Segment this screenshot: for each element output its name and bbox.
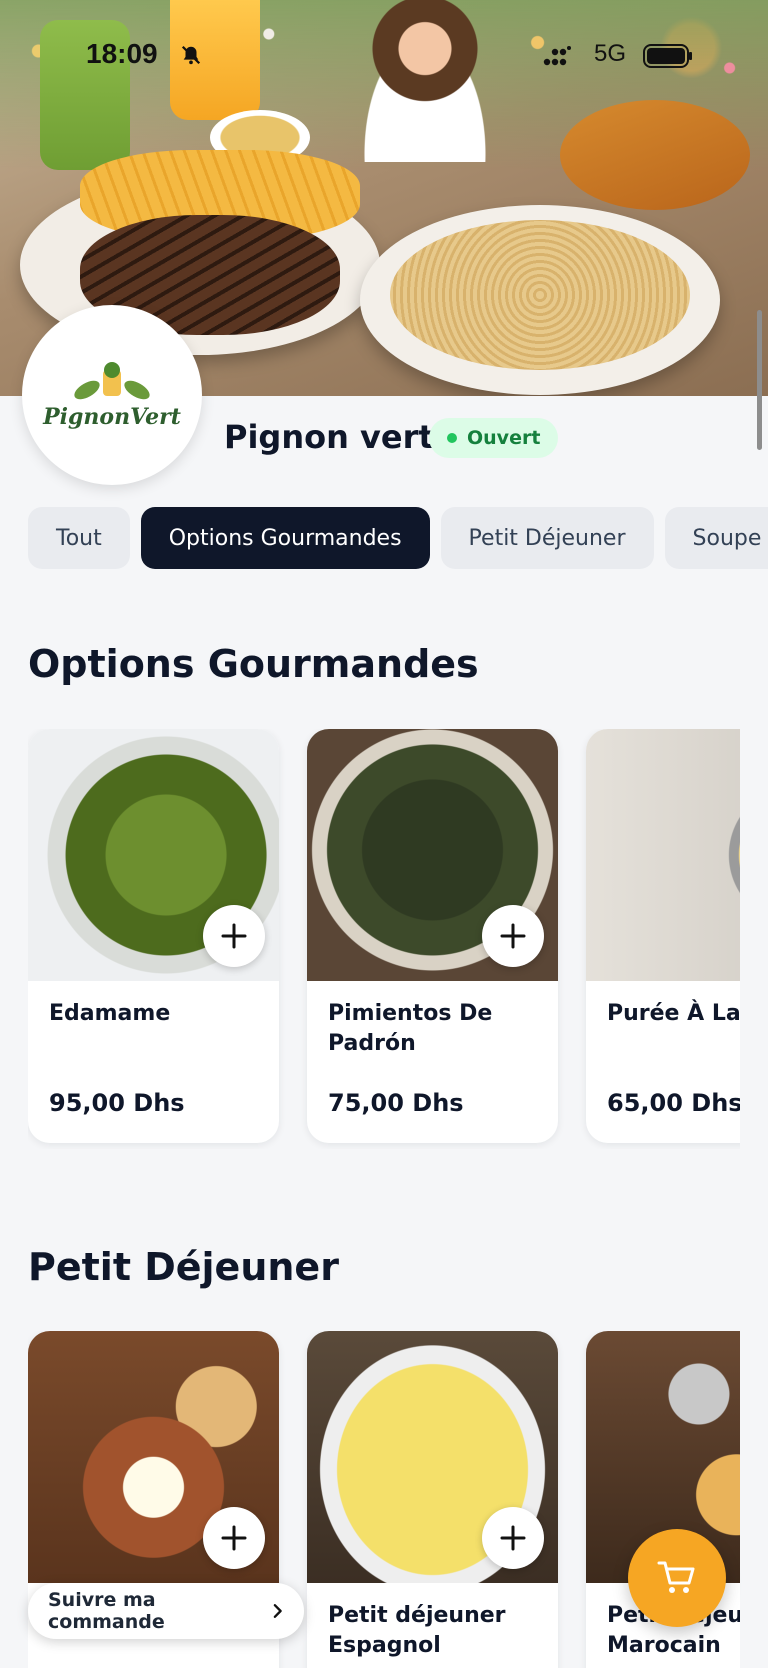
- product-name: Petit déjeuner Espagnol: [328, 1603, 506, 1658]
- plus-icon: [221, 1525, 247, 1551]
- chevron-right-icon: [273, 1604, 282, 1618]
- tab-tout[interactable]: Tout: [28, 507, 130, 569]
- product-name: Purée À La T: [607, 1001, 740, 1026]
- spring-rolls-image: [560, 100, 750, 210]
- product-price: 75,00 Dhs: [328, 1089, 464, 1117]
- section-title-petit-dejeuner: Petit Déjeuner: [28, 1245, 339, 1289]
- track-order-label: Suivre ma commande: [48, 1589, 165, 1633]
- status-dot-icon: [447, 433, 457, 443]
- status-time: 18:09: [86, 38, 158, 69]
- signal-icon: [543, 46, 571, 66]
- open-status-badge: Ouvert: [429, 418, 559, 458]
- cart-icon: [657, 1561, 695, 1593]
- tab-petit-dejeuner[interactable]: Petit Déjeuner: [440, 507, 654, 569]
- product-price: 95,00 Dhs: [49, 1089, 185, 1117]
- logo-text: PignonVert: [43, 404, 181, 430]
- product-card-pimientos[interactable]: Pimientos De Padrón 75,00 Dhs: [307, 729, 558, 1143]
- bell-muted-icon: [181, 45, 201, 65]
- product-name: Pimientos De Padrón: [328, 1001, 493, 1056]
- product-image: [586, 729, 740, 981]
- status-label: Ouvert: [467, 427, 541, 449]
- plus-icon: [500, 1525, 526, 1551]
- product-card-petit-dejeuner-espagnol[interactable]: Petit déjeuner Espagnol: [307, 1331, 558, 1668]
- chef-mascot-image: [345, 0, 505, 162]
- track-order-button[interactable]: Suivre ma commande: [28, 1583, 304, 1639]
- category-tabs: Tout Options Gourmandes Petit Déjeuner Soup…: [28, 507, 768, 571]
- product-card-puree[interactable]: Purée À La T 65,00 Dhs: [586, 729, 740, 1143]
- add-to-cart-button[interactable]: [482, 905, 544, 967]
- product-card-edamame[interactable]: Edamame 95,00 Dhs: [28, 729, 279, 1143]
- tab-soupe[interactable]: Soupe: [664, 507, 768, 569]
- add-to-cart-button[interactable]: [203, 1507, 265, 1569]
- section-title-options-gourmandes: Options Gourmandes: [28, 642, 479, 686]
- options-gourmandes-row: Edamame 95,00 Dhs Pimientos De Padrón 75…: [28, 729, 740, 1149]
- plus-icon: [500, 923, 526, 949]
- tab-options-gourmandes[interactable]: Options Gourmandes: [140, 507, 430, 569]
- logo-leaves-icon: [74, 362, 150, 400]
- product-price: 65,00 Dhs: [607, 1089, 740, 1117]
- plus-icon: [221, 923, 247, 949]
- restaurant-logo: PignonVert: [22, 305, 202, 485]
- restaurant-name: Pignon vert: [224, 418, 434, 456]
- add-to-cart-button[interactable]: [203, 905, 265, 967]
- scrollbar-thumb[interactable]: [757, 310, 762, 450]
- battery-icon: [643, 44, 692, 68]
- add-to-cart-button[interactable]: [482, 1507, 544, 1569]
- cart-button[interactable]: [628, 1529, 726, 1627]
- pasta-image: [390, 220, 690, 370]
- product-name: Edamame: [49, 1001, 171, 1026]
- network-label: 5G: [594, 40, 627, 67]
